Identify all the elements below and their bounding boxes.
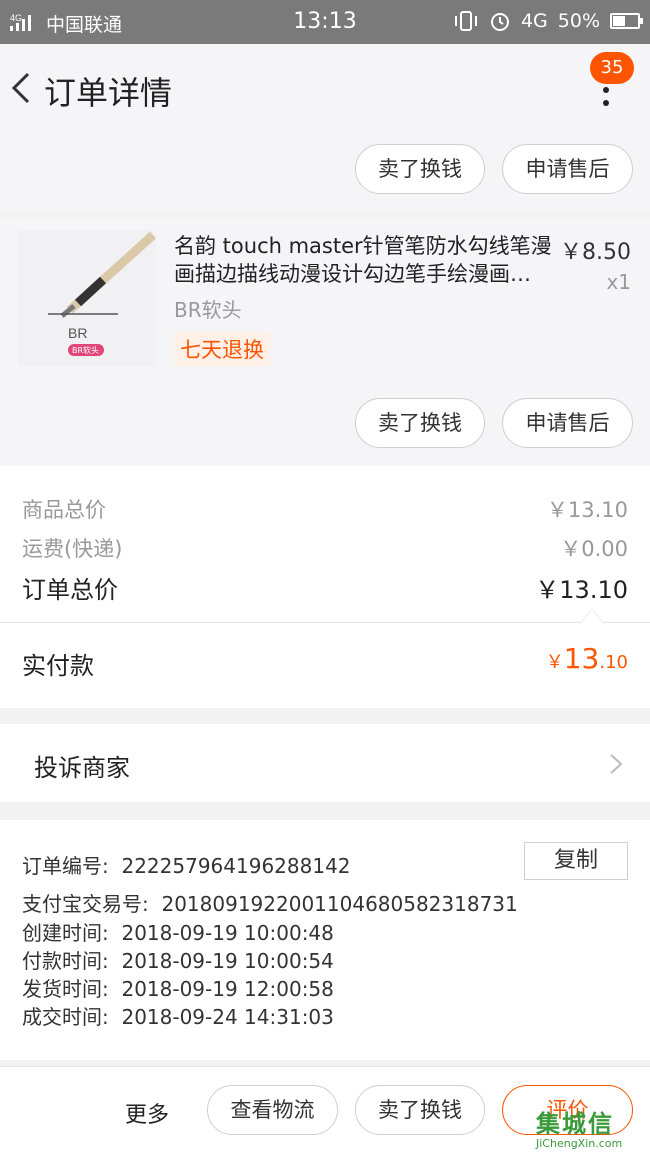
order-number-label: 订单编号:: [22, 854, 109, 878]
alipay-row: 支付宝交易号: 2018091922001104680582318731: [22, 888, 518, 917]
sell-button[interactable]: 卖了换钱: [355, 144, 485, 194]
done-time: 2018-09-24 14:31:03: [121, 1005, 334, 1029]
complain-merchant-row[interactable]: 投诉商家: [0, 724, 650, 802]
battery-icon: [610, 13, 643, 29]
shipped-row: 发货时间: 2018-09-19 12:00:58: [22, 973, 334, 1002]
order-info: 订单编号: 222257964196288142 复制 支付宝交易号: 2018…: [0, 820, 650, 1060]
network-type: 4G: [520, 10, 548, 32]
done-label: 成交时间:: [22, 1005, 109, 1029]
shipped-time: 2018-09-19 12:00:58: [121, 977, 334, 1001]
watermark-logo: 集城信 JiChengXin.com: [536, 1104, 648, 1154]
paid-currency: ￥: [545, 652, 564, 673]
order-total-label: 订单总价: [22, 576, 118, 604]
done-row: 成交时间: 2018-09-24 14:31:03: [22, 1001, 334, 1030]
more-button[interactable]: 更多: [125, 1097, 169, 1129]
paid-time: 2018-09-19 10:00:54: [121, 949, 334, 973]
alarm-icon: [490, 13, 509, 31]
battery-percent: 50%: [557, 10, 600, 32]
back-arrow-icon[interactable]: [8, 68, 36, 108]
shipped-label: 发货时间:: [22, 977, 109, 1001]
copy-button[interactable]: 复制: [524, 842, 628, 880]
product-title[interactable]: 名韵 touch master针管笔防水勾线笔漫画描边描线动漫设计勾边笔手绘漫画…: [174, 232, 554, 288]
goods-total-value: ￥13.10: [546, 498, 628, 522]
price-summary: 商品总价 ￥13.10 运费(快递) ￥0.00 订单总价 ￥13.10 实付款…: [0, 466, 650, 708]
order-total-value: ￥13.10: [535, 576, 628, 604]
item-aftersale-button[interactable]: 申请售后: [502, 398, 633, 448]
paid-decimal: .10: [599, 652, 628, 673]
paid-label: 实付款: [22, 652, 94, 680]
paid-time-label: 付款时间:: [22, 949, 109, 973]
return-policy-tag: 七天退换: [174, 332, 270, 366]
shipping-value: ￥0.00: [560, 537, 628, 561]
alipay-number: 2018091922001104680582318731: [161, 892, 518, 916]
goods-total-label: 商品总价: [22, 498, 106, 522]
item-sell-button[interactable]: 卖了换钱: [355, 398, 485, 448]
order-number-row: 订单编号: 222257964196288142: [22, 850, 351, 879]
thumb-text: BR: [68, 325, 87, 341]
created-label: 创建时间:: [22, 921, 109, 945]
order-actions-top: 卖了换钱 申请售后: [0, 132, 650, 212]
paid-amount: ￥13.10: [546, 642, 628, 675]
status-bar: 4G 中国联通 13:13 4G 50%: [0, 0, 650, 44]
page-title: 订单详情: [44, 74, 173, 112]
notification-badge: 35: [590, 52, 634, 84]
shipping-label: 运费(快递): [22, 537, 123, 561]
created-row: 创建时间: 2018-09-19 10:00:48: [22, 917, 334, 946]
aftersale-button[interactable]: 申请售后: [502, 144, 633, 194]
complain-label: 投诉商家: [34, 754, 130, 782]
nav-header: 订单详情 35: [0, 44, 650, 132]
thumb-badge: BR软头: [72, 345, 99, 355]
paid-integer: 13: [563, 642, 600, 675]
order-number: 222257964196288142: [121, 854, 351, 878]
chevron-right-icon: [610, 754, 623, 774]
order-total-row: 订单总价 ￥13.10: [22, 570, 628, 605]
watermark-text: 集城信: [536, 1110, 614, 1138]
divider: [0, 622, 650, 623]
product-price: ￥8.50: [560, 240, 631, 265]
goods-total-row: 商品总价 ￥13.10: [22, 494, 628, 524]
view-logistics-button[interactable]: 查看物流: [207, 1085, 338, 1135]
caret-pointer: [580, 609, 604, 623]
product-thumbnail[interactable]: BR BR软头: [18, 230, 156, 366]
status-right: 4G 50%: [453, 10, 643, 32]
vibrate-icon: [454, 11, 477, 31]
paid-time-row: 付款时间: 2018-09-19 10:00:54: [22, 945, 334, 974]
order-item[interactable]: BR BR软头 名韵 touch master针管笔防水勾线笔漫画描边描线动漫设…: [0, 218, 650, 466]
created-time: 2018-09-19 10:00:48: [121, 921, 334, 945]
product-sku: BR软头: [174, 298, 242, 322]
watermark-url: JiChengXin.com: [536, 1137, 623, 1150]
bottom-sell-button[interactable]: 卖了换钱: [355, 1085, 485, 1135]
shipping-row: 运费(快递) ￥0.00: [22, 533, 628, 563]
product-quantity: x1: [606, 270, 631, 294]
alipay-label: 支付宝交易号:: [22, 892, 149, 916]
